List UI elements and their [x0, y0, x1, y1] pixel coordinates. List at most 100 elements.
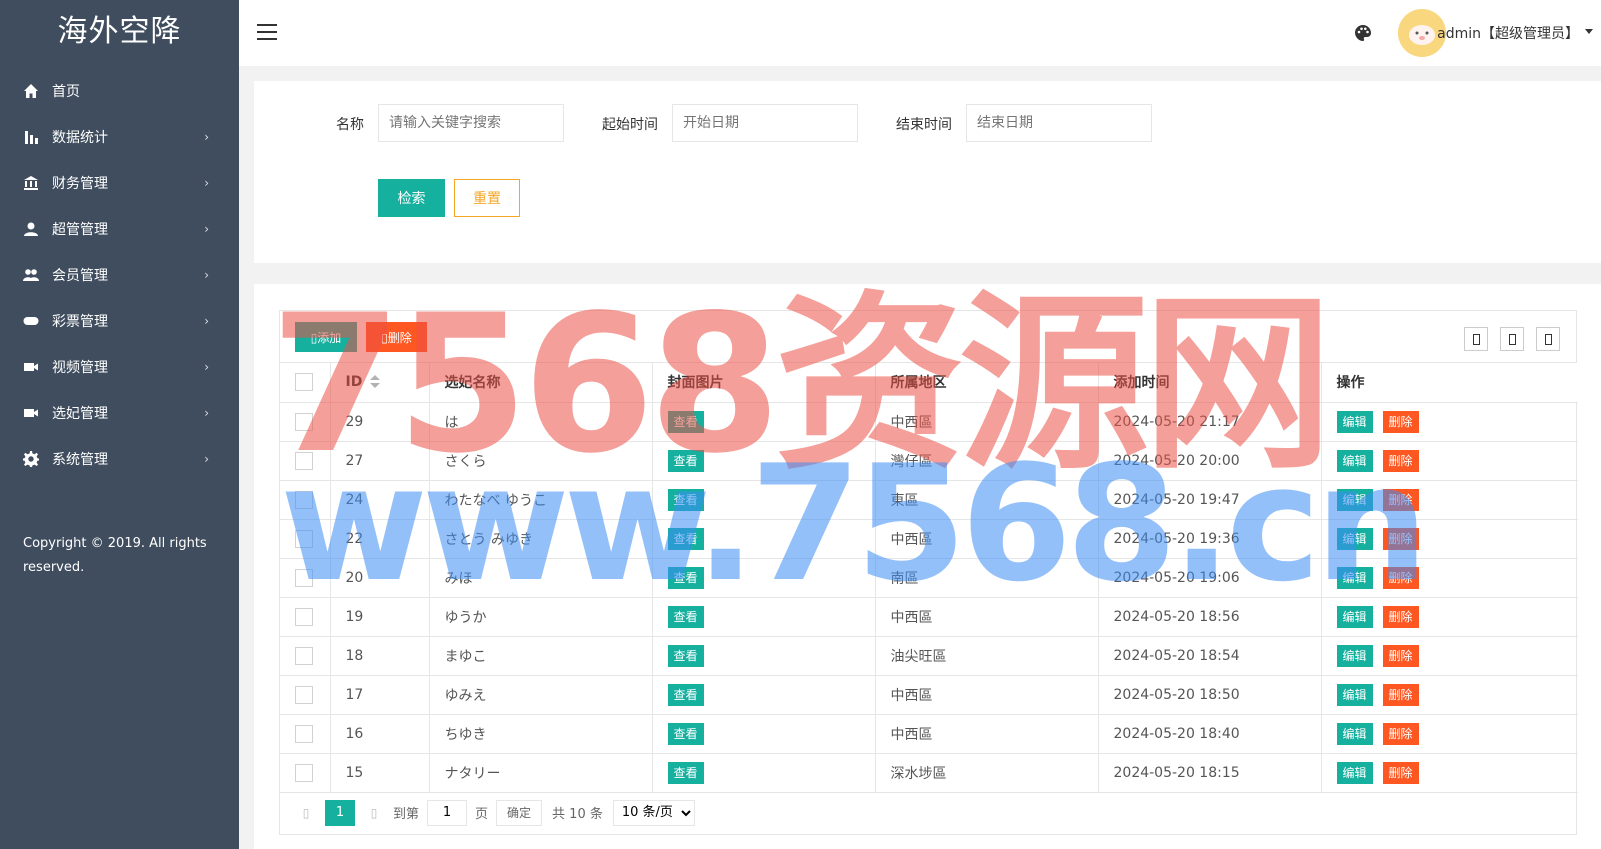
edit-button[interactable]: 编辑 — [1336, 449, 1373, 472]
edit-button[interactable]: 编辑 — [1336, 488, 1373, 511]
column-header-region: 所属地区 — [875, 363, 1099, 403]
video-icon — [22, 358, 40, 376]
row-select-cell — [280, 480, 331, 520]
app-logo-title: 海外空降 — [57, 14, 182, 49]
row-checkbox[interactable] — [295, 412, 313, 431]
chevron-right-icon: › — [204, 222, 209, 236]
remove-button[interactable]: 删除 — [1382, 488, 1419, 511]
table-toolbar: ▯添加 ▯删除 — [280, 311, 1576, 363]
print-icon[interactable] — [1536, 327, 1560, 351]
row-cover: 查看 — [652, 558, 876, 598]
remove-button[interactable]: 删除 — [1382, 605, 1419, 628]
sidebar-item-system[interactable]: 系统管理 › — [0, 436, 239, 482]
row-region: 中西區 — [875, 597, 1099, 637]
sidebar-item-members[interactable]: 会员管理 › — [0, 252, 239, 298]
row-checkbox[interactable] — [295, 763, 313, 782]
remove-button[interactable]: 删除 — [1382, 449, 1419, 472]
caret-down-icon[interactable] — [1585, 29, 1593, 34]
user-menu[interactable]: admin【超级管理员】 — [1437, 23, 1579, 43]
row-checkbox[interactable] — [295, 451, 313, 470]
edit-button[interactable]: 编辑 — [1336, 605, 1373, 628]
page-size-select[interactable]: 10 条/页 — [612, 799, 695, 826]
start-date-input[interactable] — [672, 104, 858, 142]
remove-button[interactable]: 删除 — [1382, 722, 1419, 745]
add-button[interactable]: ▯添加 — [295, 322, 357, 352]
remove-button[interactable]: 删除 — [1382, 683, 1419, 706]
sidebar-item-selection[interactable]: 选妃管理 › — [0, 390, 239, 436]
view-cover-button[interactable]: 查看 — [667, 488, 704, 511]
reset-button[interactable]: 重置 — [454, 179, 520, 217]
row-cover: 查看 — [652, 675, 876, 715]
remove-button[interactable]: 删除 — [1382, 761, 1419, 784]
hamburger-icon[interactable] — [257, 24, 277, 40]
view-cover-button[interactable]: 查看 — [667, 449, 704, 472]
export-icon[interactable] — [1500, 327, 1524, 351]
column-header-id[interactable]: ID — [330, 363, 430, 403]
sidebar-item-statistics[interactable]: 数据统计 › — [0, 114, 239, 160]
add-button-label: 添加 — [317, 330, 342, 345]
view-cover-button[interactable]: 查看 — [667, 566, 704, 589]
view-cover-button[interactable]: 查看 — [667, 527, 704, 550]
sidebar-item-admin[interactable]: 超管管理 › — [0, 206, 239, 252]
view-cover-button[interactable]: 查看 — [667, 722, 704, 745]
row-region: 中西區 — [875, 675, 1099, 715]
view-cover-button[interactable]: 查看 — [667, 410, 704, 433]
table-header-row: ID 选妃名称 封面图片 所属地区 添加时间 操作 — [280, 363, 1578, 403]
row-region: 灣仔區 — [875, 441, 1099, 481]
remove-button[interactable]: 删除 — [1382, 410, 1419, 433]
row-id: 16 — [330, 714, 430, 754]
sort-icon[interactable] — [370, 375, 381, 389]
edit-button[interactable]: 编辑 — [1336, 644, 1373, 667]
select-all-checkbox[interactable] — [295, 373, 313, 392]
remove-button[interactable]: 删除 — [1382, 566, 1419, 589]
prev-page-icon[interactable]: ▯ — [295, 806, 317, 820]
row-select-cell — [280, 636, 331, 676]
row-checkbox[interactable] — [295, 568, 313, 587]
column-filter-icon[interactable] — [1464, 327, 1488, 351]
row-checkbox[interactable] — [295, 607, 313, 626]
row-id: 27 — [330, 441, 430, 481]
sidebar-item-home[interactable]: 首页 — [0, 68, 239, 114]
edit-button[interactable]: 编辑 — [1336, 722, 1373, 745]
chevron-right-icon: › — [204, 452, 209, 466]
search-button[interactable]: 检索 — [378, 179, 445, 217]
row-checkbox[interactable] — [295, 529, 313, 548]
row-checkbox[interactable] — [295, 685, 313, 704]
view-cover-button[interactable]: 查看 — [667, 683, 704, 706]
batch-delete-button[interactable]: ▯删除 — [366, 322, 427, 352]
row-actions: 编辑 删除 — [1321, 402, 1578, 442]
remove-button[interactable]: 删除 — [1382, 644, 1419, 667]
palette-icon[interactable] — [1354, 24, 1372, 42]
row-name: ナタリー — [429, 753, 653, 793]
current-page[interactable]: 1 — [325, 799, 355, 826]
edit-button[interactable]: 编辑 — [1336, 683, 1373, 706]
view-cover-button[interactable]: 查看 — [667, 644, 704, 667]
view-cover-button[interactable]: 查看 — [667, 605, 704, 628]
end-date-input[interactable] — [966, 104, 1152, 142]
edit-button[interactable]: 编辑 — [1336, 527, 1373, 550]
confirm-page-button[interactable]: 确定 — [496, 799, 543, 826]
column-header-actions: 操作 — [1321, 363, 1578, 403]
bank-icon — [22, 174, 40, 192]
sidebar-nav: 首页 数据统计 › 财务管理 › 超管管理 › 会员管理 › 彩票管理 › 视频… — [0, 68, 239, 482]
row-time: 2024-05-20 18:56 — [1098, 597, 1322, 637]
edit-button[interactable]: 编辑 — [1336, 410, 1373, 433]
row-cover: 查看 — [652, 441, 876, 481]
sidebar-item-lottery[interactable]: 彩票管理 › — [0, 298, 239, 344]
sidebar-item-videos[interactable]: 视频管理 › — [0, 344, 239, 390]
row-actions: 编辑 删除 — [1321, 558, 1578, 598]
page-number-input[interactable] — [427, 799, 468, 826]
sidebar-item-finance[interactable]: 财务管理 › — [0, 160, 239, 206]
row-checkbox[interactable] — [295, 724, 313, 743]
remove-button[interactable]: 删除 — [1382, 527, 1419, 550]
row-checkbox[interactable] — [295, 646, 313, 665]
table-card: ▯添加 ▯删除 ID 选妃名称 封面图片 所属地区 添加时间 操作 29 は 查… — [254, 284, 1601, 849]
name-search-input[interactable] — [378, 104, 564, 142]
row-checkbox[interactable] — [295, 490, 313, 509]
next-page-icon[interactable]: ▯ — [363, 806, 385, 820]
view-cover-button[interactable]: 查看 — [667, 761, 704, 784]
edit-button[interactable]: 编辑 — [1336, 566, 1373, 589]
row-region: 南區 — [875, 558, 1099, 598]
row-cover: 查看 — [652, 519, 876, 559]
edit-button[interactable]: 编辑 — [1336, 761, 1373, 784]
